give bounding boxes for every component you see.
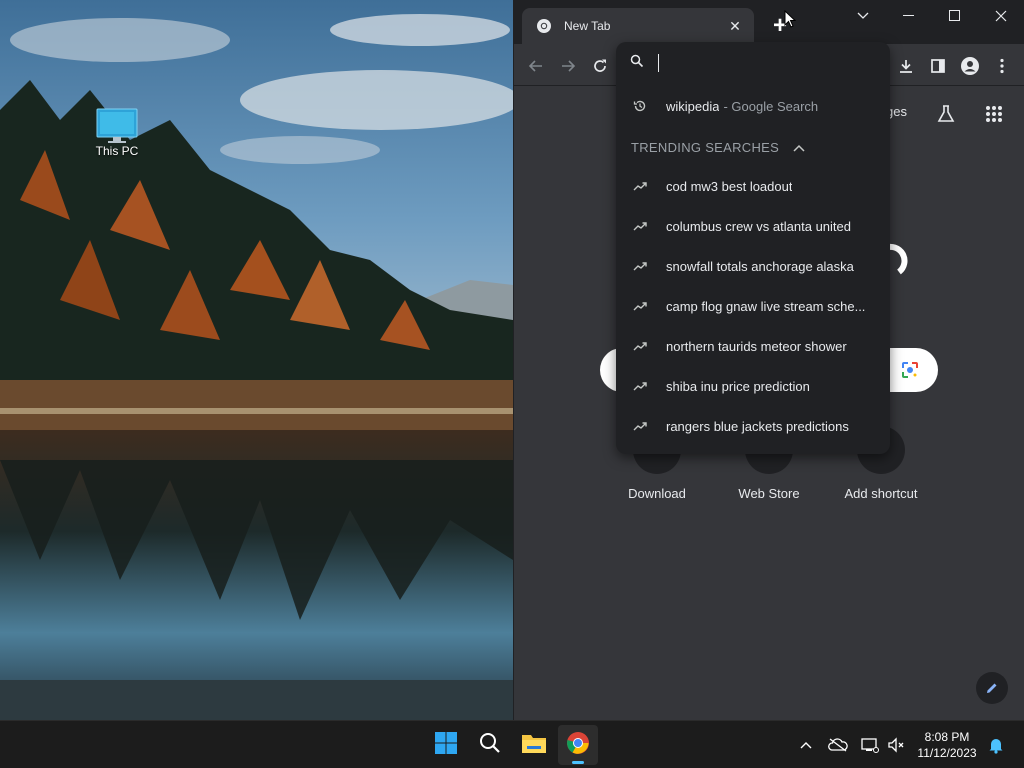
trending-up-icon [632, 178, 648, 194]
suggestion-text: camp flog gnaw live stream sche... [666, 298, 866, 314]
windows-start-icon [434, 731, 458, 760]
active-app-indicator [572, 761, 584, 764]
history-clock-icon [632, 98, 648, 114]
suggestion-text: northern taurids meteor shower [666, 338, 847, 354]
chrome-icon [536, 18, 552, 34]
trending-up-icon [632, 298, 648, 314]
chevron-up-icon[interactable] [793, 140, 805, 155]
minimize-button[interactable] [886, 0, 932, 32]
clock-time: 8:08 PM [924, 730, 970, 744]
labs-flask-icon[interactable] [932, 100, 960, 128]
apps-grid-icon[interactable] [980, 100, 1008, 128]
suggestion-text: shiba inu price prediction [666, 378, 810, 394]
tab-title: New Tab [564, 19, 611, 33]
desktop-wallpaper [0, 0, 513, 720]
tab-search-chevron-down-icon[interactable] [840, 0, 886, 32]
chrome-taskbar-button[interactable] [558, 725, 598, 765]
trending-up-icon [632, 258, 648, 274]
profile-avatar-icon[interactable] [956, 52, 984, 80]
trending-header-label: TRENDING SEARCHES [631, 140, 780, 155]
trending-suggestion[interactable]: rangers blue jackets predictions [616, 406, 890, 446]
trending-up-icon [632, 418, 648, 434]
desktop-icon-label: This PC [95, 144, 139, 158]
more-menu-icon[interactable] [988, 52, 1016, 80]
trending-searches-header[interactable]: TRENDING SEARCHES [631, 140, 805, 155]
tab-new-tab[interactable]: New Tab ✕ [522, 8, 754, 44]
network-icon[interactable] [860, 735, 880, 755]
maximize-button[interactable] [932, 0, 978, 32]
file-explorer-button[interactable] [514, 725, 554, 765]
show-hidden-icons-chevron-icon[interactable] [796, 735, 816, 755]
tab-strip: New Tab ✕ + [514, 0, 1024, 44]
desktop-icon-this-pc[interactable]: This PC [86, 108, 148, 158]
taskbar-search-button[interactable] [470, 725, 510, 765]
mouse-cursor-icon [784, 9, 797, 33]
shortcut-label: Add shortcut [844, 486, 918, 501]
suggestion-suffix: - Google Search [723, 98, 819, 114]
volume-muted-icon[interactable] [886, 735, 906, 755]
downloads-icon[interactable] [892, 52, 920, 80]
history-suggestion[interactable]: wikipedia - Google Search [616, 86, 890, 126]
shortcut-label: Download [628, 486, 686, 501]
trending-up-icon [632, 338, 648, 354]
text-caret [658, 54, 659, 72]
trending-suggestion[interactable]: snowfall totals anchorage alaska [616, 246, 890, 286]
clock-date: 11/12/2023 [917, 746, 977, 760]
close-tab-icon[interactable]: ✕ [726, 17, 744, 35]
trending-up-icon [632, 378, 648, 394]
suggestion-text: cod mw3 best loadout [666, 178, 793, 194]
suggestion-text: rangers blue jackets predictions [666, 418, 849, 434]
suggestion-text: wikipedia [666, 98, 720, 114]
close-window-button[interactable] [978, 0, 1024, 32]
trending-suggestion[interactable]: camp flog gnaw live stream sche... [616, 286, 890, 326]
taskbar-clock[interactable]: 8:08 PM 11/12/2023 [912, 729, 982, 761]
suggestion-text: columbus crew vs atlanta united [666, 218, 851, 234]
search-icon [479, 732, 501, 759]
side-panel-icon[interactable] [924, 52, 952, 80]
chrome-icon [566, 731, 590, 760]
trending-suggestion[interactable]: shiba inu price prediction [616, 366, 890, 406]
back-button[interactable] [522, 52, 550, 80]
suggestion-text: snowfall totals anchorage alaska [666, 258, 854, 274]
omnibox-dropdown: wikipedia - Google Search TRENDING SEARC… [616, 42, 890, 454]
trending-suggestion[interactable]: cod mw3 best loadout [616, 166, 890, 206]
this-pc-icon [96, 108, 138, 143]
file-explorer-icon [521, 732, 547, 759]
notification-bell-icon[interactable] [986, 735, 1006, 755]
search-icon [630, 54, 644, 73]
start-button[interactable] [426, 725, 466, 765]
onedrive-offline-icon[interactable] [828, 735, 848, 755]
omnibox-input[interactable] [616, 42, 890, 84]
trending-up-icon [632, 218, 648, 234]
taskbar: 8:08 PM 11/12/2023 [0, 720, 1024, 768]
trending-suggestion[interactable]: northern taurids meteor shower [616, 326, 890, 366]
forward-button[interactable] [554, 52, 582, 80]
shortcut-label: Web Store [738, 486, 800, 501]
trending-suggestion[interactable]: columbus crew vs atlanta united [616, 206, 890, 246]
reload-button[interactable] [586, 52, 614, 80]
google-lens-icon[interactable] [900, 360, 920, 385]
customize-pencil-icon[interactable] [976, 672, 1008, 704]
